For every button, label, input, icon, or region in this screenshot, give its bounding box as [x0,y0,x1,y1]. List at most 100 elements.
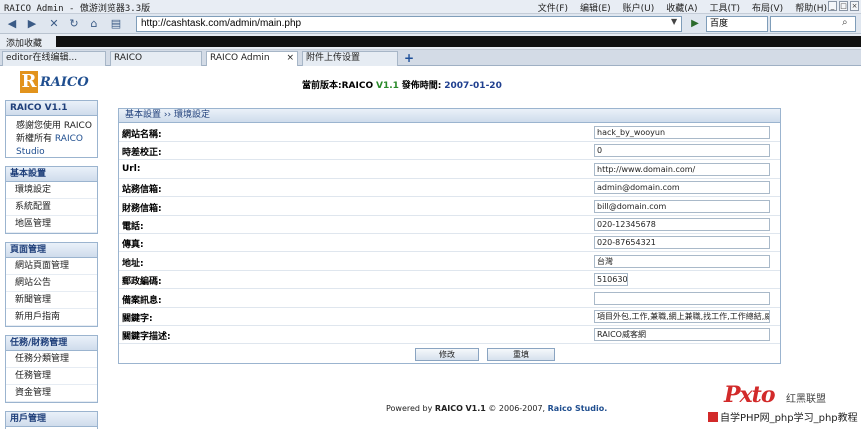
tab-menu-icon[interactable]: ▤ [108,17,124,31]
menu-edit[interactable]: 编辑(E) [580,1,611,14]
menu-bar: 文件(F) 编辑(E) 账户(U) 收藏(A) 工具(T) 布局(V) 帮助(H… [538,1,827,14]
sidebar-item-region[interactable]: 地區管理 [6,216,97,233]
watermark-slogan-text: 自学PHP网_php学习_php教程 [720,413,858,424]
menu-help[interactable]: 帮助(H) [795,1,827,14]
form-text-field[interactable]: hack_by_wooyun [594,126,770,139]
sidebar-section-tasks: 任務/財務管理 任務分類管理 任務管理 資金管理 [5,335,98,403]
form-field-label: 財務信箱: [122,203,162,214]
sidebar-item-system-config[interactable]: 系統配置 [6,199,97,216]
tab-label: RAICO Admin [210,53,270,63]
form-text-field[interactable]: 020-87654321 [594,236,770,250]
form-text-field[interactable]: RAICO威客網 [594,328,770,342]
welcome-text: 感謝您使用 RAICO 新權所有 RAICO Studio [6,116,97,163]
watermark-mark-icon [708,412,718,422]
search-icon[interactable]: ⌕ [842,17,848,28]
home-icon[interactable]: ⌂ [86,17,102,31]
release-date: 2007-01-20 [444,81,502,91]
form-text-field[interactable]: 020-12345678 [594,218,770,231]
welcome-prefix: 新權 [16,134,35,144]
new-tab-icon[interactable]: + [404,52,414,64]
form-text-field[interactable]: 台灣 [594,254,770,268]
form-text-field[interactable]: admin@domain.com [594,181,770,195]
menu-account[interactable]: 账户(U) [623,1,655,14]
form-row: 傳真: 020-87654321 [119,234,780,253]
sidebar-item-tasks[interactable]: 任務管理 [6,368,97,385]
tab-close-icon[interactable]: × [286,52,294,65]
form-field-label: 關鍵字描述: [122,332,171,343]
form-row: 地址: 台灣 [119,253,780,271]
window-controls: _ □ × [828,1,859,11]
search-engine-select[interactable]: 百度 [706,16,768,32]
welcome-line-1: 感謝您使用 RAICO [16,121,92,131]
address-dropdown-icon[interactable]: ▼ [671,17,677,26]
settings-panel: 基本設置 ›› 環境設定 網站名稱: hack_by_wooyun 時差校正: 0 Ur… [118,108,781,364]
minimize-icon[interactable]: _ [828,1,837,11]
form-buttons: 修改 重填 [119,345,780,363]
sidebar-section-title: 頁面管理 [6,243,97,258]
version-name: RAICO [341,81,374,91]
tab-bar: editor在线编辑... RAICO RAICO Admin × 附件上传设置 … [0,50,861,66]
sidebar-intro: RAICO V1.1 感謝您使用 RAICO 新權所有 RAICO Studio [5,100,98,158]
close-icon[interactable]: × [850,1,859,11]
version-number: V1.1 [375,81,399,91]
window-title: RAICO Admin - 傲游浏览器3.3版 [4,4,151,14]
form-row: 財務信箱: bill@domain.com [119,198,780,216]
form-text-field[interactable] [594,291,770,305]
stop-icon[interactable]: ✕ [46,17,62,31]
form-row: 站務信箱: admin@domain.com [119,179,780,198]
form-row: 電話: 020-12345678 [119,216,780,234]
tab-label: 附件上传设置 [306,53,361,63]
form-text-field[interactable]: http://www.domain.com/ [594,162,770,176]
form-field-label: 時差校正: [122,148,162,159]
footer-version: V1.1 [465,404,486,413]
add-favorite-button[interactable]: 添加收藏 [6,36,42,49]
sidebar-section-title: 任務/財務管理 [6,336,97,351]
sidebar-item-site-pages[interactable]: 網站頁面管理 [6,258,97,275]
tab-raico[interactable]: RAICO [110,51,202,66]
tab-upload-settings[interactable]: 附件上传设置 [302,51,398,66]
forward-arrow-icon[interactable]: ▶ [24,17,40,31]
sidebar-item-news[interactable]: 新聞管理 [6,292,97,309]
page-footer: Powered by RAICO V1.1 © 2006-2007, Raico… [386,404,607,413]
form-text-field[interactable]: 0 [594,144,770,158]
tab-label: editor在线编辑... [6,53,78,63]
sidebar-intro-title: RAICO V1.1 [6,101,97,116]
footer-product: RAICO [434,404,463,413]
sidebar-item-task-categories[interactable]: 任務分類管理 [6,351,97,368]
footer-studio-link[interactable]: Raico Studio. [548,404,608,413]
sidebar-item-user-guide[interactable]: 新用戶指南 [6,309,97,326]
form-field-label: 站務信箱: [122,185,162,196]
maximize-icon[interactable]: □ [839,1,848,11]
watermark-slogan: 自学PHP网_php学习_php教程 [708,411,861,427]
menu-tools[interactable]: 工具(T) [709,1,740,14]
refresh-icon[interactable]: ↻ [66,17,82,31]
tab-raico-admin[interactable]: RAICO Admin × [206,51,298,66]
welcome-owned: 所有 [34,134,53,144]
navigation-toolbar: ◀ ▶ ✕ ↻ ⌂ ▤ http://cashtask.com/admin/ma… [0,14,861,34]
sidebar-item-funds[interactable]: 資金管理 [6,385,97,402]
address-bar[interactable]: http://cashtask.com/admin/main.php [136,16,682,32]
form-row: 備案訊息: [119,290,780,308]
sidebar-section-users: 用戶管理 [5,411,98,429]
redacted-bar [56,36,861,47]
sidebar-item-environment[interactable]: 環境設定 [6,182,97,199]
tab-editor[interactable]: editor在线编辑... [2,51,106,66]
reset-button[interactable]: 重填 [487,348,555,361]
submit-button[interactable]: 修改 [415,348,479,361]
sidebar-item-announcements[interactable]: 網站公告 [6,275,97,292]
menu-file[interactable]: 文件(F) [538,1,568,14]
menu-favorites[interactable]: 收藏(A) [666,1,697,14]
form-text-field[interactable]: bill@domain.com [594,199,770,213]
form-field-label: 關鍵字: [122,314,153,324]
raico-logo: R RAICO [20,70,89,94]
back-arrow-icon[interactable]: ◀ [4,17,20,31]
menu-layout[interactable]: 布局(V) [752,1,783,14]
watermark-brand: 红黑联盟 [786,394,826,405]
form-text-field[interactable]: 510630 [594,273,628,287]
form-field-label: 網站名稱: [122,130,162,140]
version-info: 當前版本:RAICO V1.1 發佈時間: 2007-01-20 [302,78,502,91]
form-text-field[interactable]: 項目外包,工作,兼職,網上兼職,找工作,工作總結,威客 [594,310,770,323]
form-field-label: 地址: [122,258,144,269]
go-icon[interactable]: ▶ [688,17,702,31]
breadcrumb-root[interactable]: 基本設置 [125,110,161,120]
